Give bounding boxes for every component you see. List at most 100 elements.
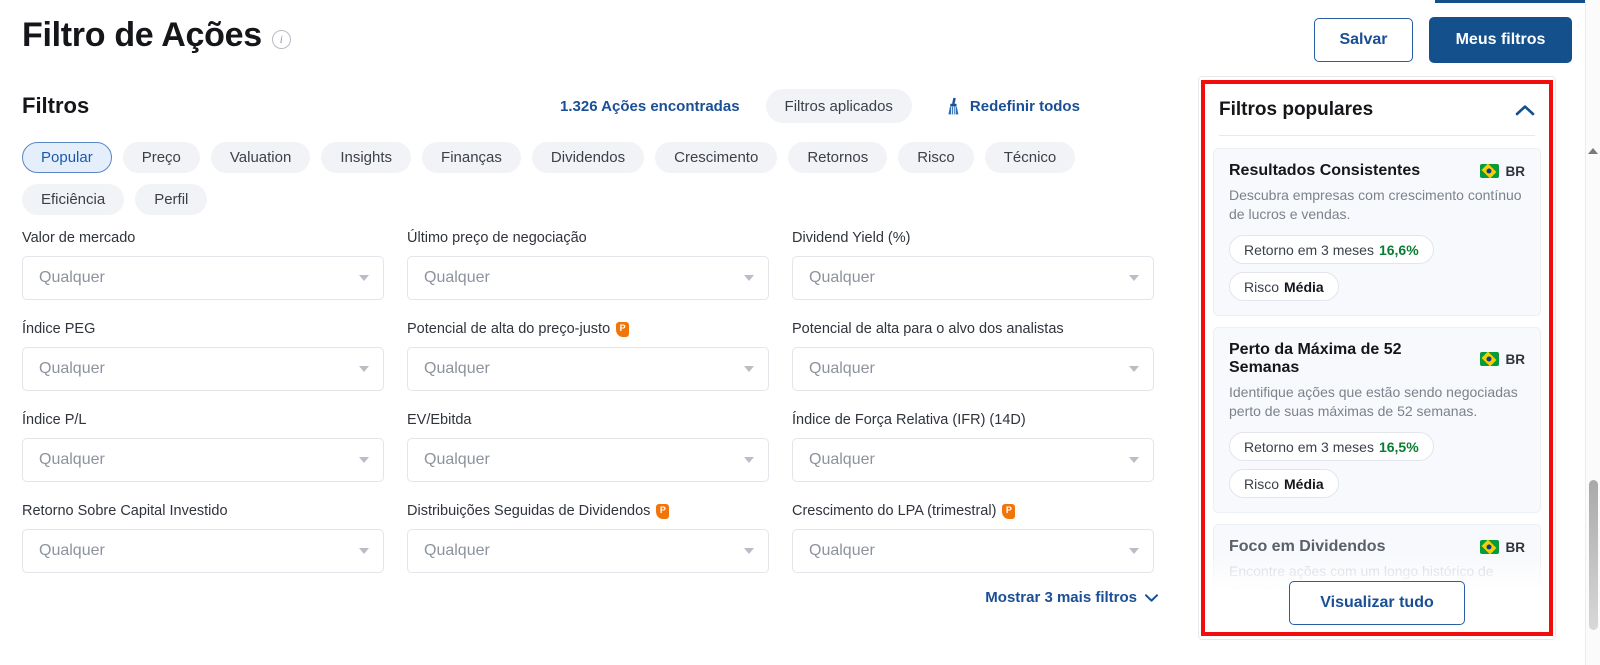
popular-filters-footer: Visualizar tudo [1199,555,1555,639]
popular-filter-card[interactable]: Resultados Consistentes BR Descubra empres… [1213,148,1541,316]
filter-field-label: Crescimento do LPA (trimestral) P [792,502,1154,520]
title-wrap: Filtro de Ações i [22,14,291,56]
filter-field-label-text: Último preço de negociação [407,230,587,246]
filter-select[interactable]: Qualquer [792,438,1154,482]
scrollbar-thumb[interactable] [1589,480,1598,630]
show-more-filters-button[interactable]: Mostrar 3 mais filtros [985,589,1158,606]
filter-field: Retorno Sobre Capital Investido Qualquer [22,502,384,573]
chevron-down-icon [744,275,754,281]
filter-select-value: Qualquer [809,542,875,559]
category-chip-t-cnico[interactable]: Técnico [984,142,1076,173]
filter-select[interactable]: Qualquer [407,347,769,391]
filter-select[interactable]: Qualquer [22,256,384,300]
filter-select[interactable]: Qualquer [22,347,384,391]
filter-select[interactable]: Qualquer [407,256,769,300]
chevron-down-icon [1129,275,1139,281]
country-badge: BR [1479,351,1526,367]
filters-bar-right: 1.326 Ações encontradas Filtros aplicado… [560,78,1080,134]
filter-select-value: Qualquer [809,269,875,286]
country-code-label: BR [1505,539,1526,555]
pro-badge-icon: P [1002,503,1016,519]
filter-select[interactable]: Qualquer [22,438,384,482]
filters-heading: Filtros [22,93,90,118]
show-more-filters-label: Mostrar 3 mais filtros [985,589,1137,606]
risk-tag-label: Risco [1244,278,1280,295]
my-filters-button[interactable]: Meus filtros [1429,17,1572,63]
return-tag: Retorno em 3 meses 16,6% [1229,235,1434,264]
filter-field-label: Dividend Yield (%) [792,229,1154,247]
chevron-up-icon[interactable] [1515,104,1535,116]
chevron-down-icon [1145,593,1158,602]
category-chip-dividendos[interactable]: Dividendos [531,142,645,173]
filter-select[interactable]: Qualquer [22,529,384,573]
filter-select-value: Qualquer [424,360,490,377]
filter-field-label: Índice P/L [22,411,384,429]
filter-select-value: Qualquer [424,542,490,559]
category-chips: Popular Preço Valuation Insights Finanças Div… [0,134,1180,215]
screen-root: Filtro de Ações i Salvar Meus filtros Fi… [0,0,1600,665]
filter-select-value: Qualquer [39,269,105,286]
filter-select[interactable]: Qualquer [792,347,1154,391]
applied-filters-chip[interactable]: Filtros aplicados [765,89,912,123]
filter-select[interactable]: Qualquer [792,529,1154,573]
filter-field-label-text: Índice de Força Relativa (IFR) (14D) [792,412,1026,428]
filter-select-value: Qualquer [39,451,105,468]
category-chip-risco[interactable]: Risco [898,142,974,173]
popular-filter-card[interactable]: Perto da Máxima de 52 Semanas BR Identifiq… [1213,327,1541,513]
filter-field: Distribuições Seguidas de Dividendos P Qua… [407,502,769,573]
country-badge: BR [1479,539,1526,555]
chevron-down-icon [744,548,754,554]
chevron-down-icon [359,548,369,554]
filter-field: Último preço de negociação Qualquer [407,229,769,300]
popular-card-description: Descubra empresas com crescimento contín… [1229,187,1522,222]
filter-select[interactable]: Qualquer [407,529,769,573]
reset-all-button[interactable]: Redefinir todos [944,97,1080,115]
save-button[interactable]: Salvar [1314,18,1413,62]
category-chip-retornos[interactable]: Retornos [788,142,888,173]
popular-filters-header: Filtros populares [1199,77,1555,135]
filter-field-label: EV/Ebitda [407,411,769,429]
popular-filters-panel: Filtros populares Resultados Consistente… [1198,76,1556,640]
header-accent-bar [1435,0,1585,3]
popular-card-header: Foco em Dividendos BR [1229,538,1525,556]
pro-badge-icon: P [656,503,670,519]
reset-all-label: Redefinir todos [969,97,1080,115]
category-chip-popular[interactable]: Popular [22,142,112,173]
filter-field-label-text: Índice P/L [22,412,87,428]
chevron-down-icon [744,457,754,463]
category-chip-row-1: Popular Preço Valuation Insights Finanças Div… [22,142,1158,173]
popular-card-title: Perto da Máxima de 52 Semanas [1229,341,1402,376]
brazil-flag-icon [1479,352,1499,366]
category-chip-crescimento[interactable]: Crescimento [655,142,778,173]
popular-filters-list: Resultados Consistentes BR Descubra empres… [1199,136,1555,615]
category-chip-insights[interactable]: Insights [321,142,412,173]
category-chip-perfil[interactable]: Perfil [135,184,208,215]
filter-select-value: Qualquer [424,269,490,286]
category-chip-efici-ncia[interactable]: Eficiência [22,184,125,215]
category-chip-pre-o[interactable]: Preço [122,142,200,173]
popular-card-title: Foco em Dividendos [1229,538,1386,555]
filter-select-value: Qualquer [424,451,490,468]
page-scrollbar[interactable] [1585,0,1600,665]
scrollbar-up-arrow[interactable] [1588,148,1598,154]
filter-field: Dividend Yield (%) Qualquer [792,229,1154,300]
filter-select[interactable]: Qualquer [792,256,1154,300]
filter-field-label: Distribuições Seguidas de Dividendos P [407,502,769,520]
filter-field: Índice P/L Qualquer [22,411,384,482]
country-badge: BR [1479,163,1526,179]
filter-field-grid: Valor de mercado Qualquer Último preço de … [0,229,1180,593]
filter-select[interactable]: Qualquer [407,438,769,482]
filter-field-label: Índice de Força Relativa (IFR) (14D) [792,411,1154,429]
country-code-label: BR [1505,351,1526,367]
filter-field-label: Valor de mercado [22,229,384,247]
filter-select-value: Qualquer [39,542,105,559]
info-icon[interactable]: i [271,29,291,49]
country-code-label: BR [1505,163,1526,179]
results-count[interactable]: 1.326 Ações encontradas [560,98,740,115]
filter-field-label: Potencial de alta do preço-justo P [407,320,769,338]
category-chip-valuation[interactable]: Valuation [210,142,311,173]
risk-tag: Risco Média [1229,469,1339,498]
view-all-button[interactable]: Visualizar tudo [1289,581,1465,625]
popular-filters-title: Filtros populares [1219,99,1374,120]
category-chip-finan-as[interactable]: Finanças [422,142,521,173]
